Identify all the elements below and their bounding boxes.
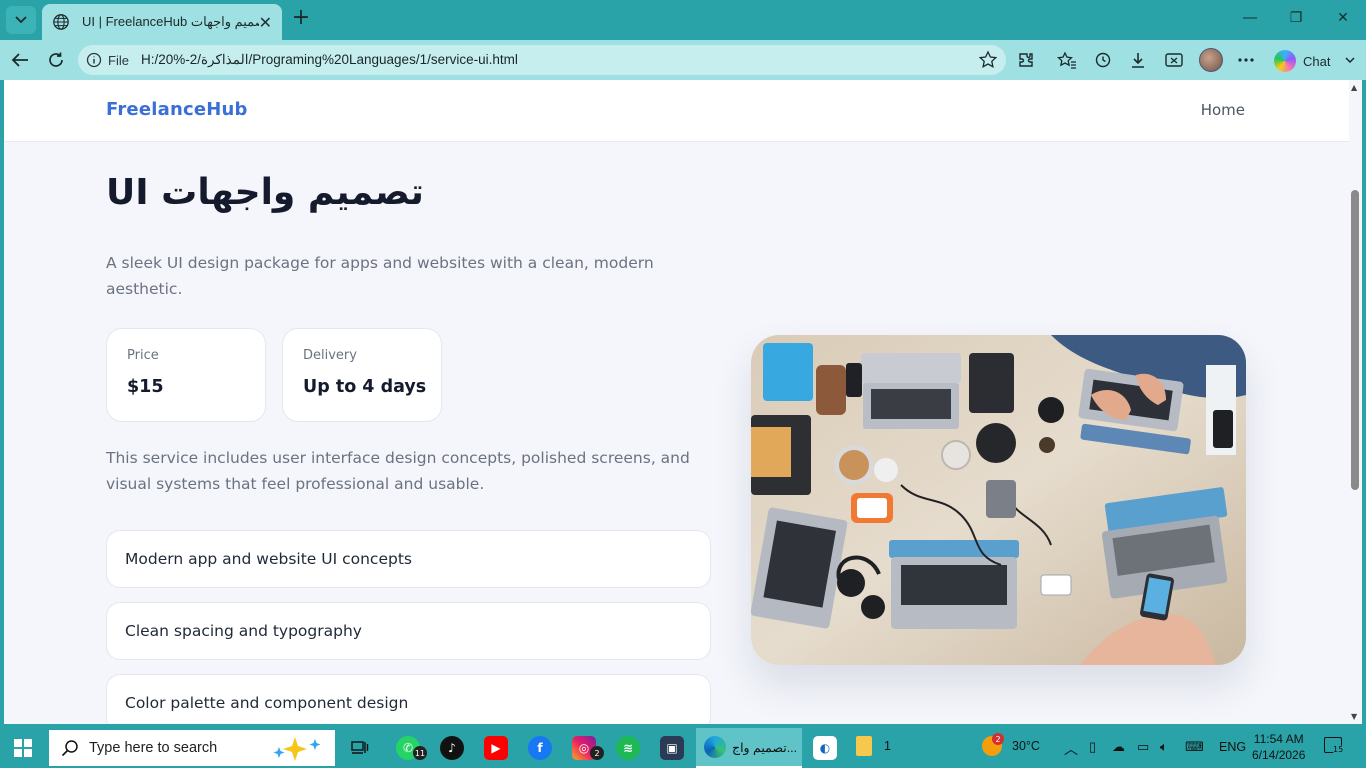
feature-item: Modern app and website UI concepts	[106, 530, 711, 588]
price-value: $15	[127, 377, 164, 397]
copilot-chat-button[interactable]: Chat	[1274, 50, 1330, 72]
browser-tab-active[interactable]: UI | FreelanceHub تصميم واجهات ✕	[42, 4, 282, 40]
close-window-button[interactable]: ✕	[1331, 10, 1355, 26]
team-workspace-photo	[751, 335, 1246, 665]
clock-time: 11:54 AM	[1253, 732, 1304, 746]
address-url[interactable]: H:/20%-2/المذاكرة/Programing%20Languages…	[141, 52, 518, 68]
price-card: Price $15	[106, 328, 266, 422]
task-view-icon[interactable]	[348, 736, 372, 760]
site-header: FreelanceHub Home	[4, 80, 1349, 142]
sparkle-icon	[273, 737, 321, 761]
volume-icon[interactable]: 🔈︎	[1160, 739, 1168, 755]
nav-home-link[interactable]: Home	[1201, 101, 1245, 119]
new-tab-button[interactable]: +	[290, 7, 312, 30]
brand-logo[interactable]: FreelanceHub	[106, 99, 248, 120]
tab-title: UI | FreelanceHub تصميم واجهات	[82, 14, 259, 29]
file-explorer-button[interactable]: 1	[856, 736, 891, 756]
folder-icon	[856, 736, 872, 756]
chat-label: Chat	[1303, 53, 1331, 69]
show-hidden-icons-icon[interactable]: ︿	[1064, 739, 1078, 759]
close-tab-icon[interactable]: ✕	[259, 13, 272, 32]
screenshot-icon[interactable]	[1164, 50, 1184, 70]
price-label: Price	[127, 348, 159, 363]
minimize-window-button[interactable]: ―	[1238, 10, 1262, 26]
battery-icon[interactable]: ▯	[1089, 739, 1096, 755]
instagram-badge: 2	[590, 746, 604, 760]
more-options-icon[interactable]	[1236, 50, 1256, 70]
edge-icon	[704, 736, 726, 758]
search-placeholder: Type here to search	[89, 740, 218, 756]
page-viewport: FreelanceHub Home تصميم واجهات UI A slee…	[4, 80, 1349, 724]
delivery-label: Delivery	[303, 348, 357, 363]
copilot-icon	[1274, 50, 1296, 72]
taskbar-search[interactable]: Type here to search	[49, 730, 335, 766]
weather-widget[interactable]: 2 30°C	[982, 733, 1040, 756]
weather-temp: 30°C	[1012, 739, 1040, 753]
notification-count: 15	[1332, 745, 1345, 754]
delivery-card: Delivery Up to 4 days	[282, 328, 442, 422]
refresh-button[interactable]	[44, 48, 68, 72]
tab-actions-menu-button[interactable]	[6, 6, 36, 34]
hero-image	[751, 335, 1246, 665]
arrow-left-icon	[11, 53, 28, 67]
feature-item: Color palette and component design	[106, 674, 711, 724]
scroll-down-icon[interactable]: ▼	[1351, 712, 1357, 721]
globe-icon	[53, 14, 69, 30]
weather-badge: 2	[992, 733, 1004, 745]
notification-center-button[interactable]: 15	[1324, 737, 1345, 757]
back-button[interactable]	[8, 48, 32, 72]
facebook-icon[interactable]: f	[528, 736, 552, 760]
address-scheme: File	[108, 52, 129, 68]
tiktok-icon[interactable]: ♪	[440, 736, 464, 760]
app-icon[interactable]: ◐	[813, 736, 837, 760]
browser-tab-bar: UI | FreelanceHub تصميم واجهات ✕ + ― ❐ ✕	[0, 0, 1366, 40]
feature-item: Clean spacing and typography	[106, 602, 711, 660]
language-indicator[interactable]: ENG	[1219, 740, 1246, 754]
page-scrollbar[interactable]: ▲ ▼	[1349, 80, 1362, 724]
laptop-top-center	[861, 353, 961, 429]
info-icon[interactable]	[86, 52, 102, 68]
onedrive-icon[interactable]: ☁	[1112, 739, 1125, 755]
service-lead: A sleek UI design package for apps and w…	[106, 254, 654, 298]
browser-toolbar: File H:/20%-2/المذاكرة/Programing%20Lang…	[0, 40, 1366, 80]
history-icon[interactable]	[1093, 50, 1113, 70]
profile-avatar[interactable]	[1199, 48, 1223, 72]
restore-window-button[interactable]: ❐	[1284, 10, 1308, 26]
chevron-down-icon	[15, 16, 27, 24]
copilot-chevron-icon[interactable]	[1340, 50, 1360, 70]
search-icon	[61, 740, 78, 757]
refresh-icon	[49, 52, 63, 67]
delivery-value: Up to 4 days	[303, 377, 427, 397]
youtube-icon[interactable]: ▶	[484, 736, 508, 760]
edge-window-label: تصميم واج...	[732, 740, 798, 755]
laptop-center	[889, 540, 1019, 629]
keyboard-icon[interactable]: ⌨	[1185, 739, 1204, 755]
scroll-up-icon[interactable]: ▲	[1351, 83, 1357, 92]
favorite-star-icon[interactable]	[978, 50, 998, 70]
media-app-icon[interactable]: ▣	[660, 736, 684, 760]
taskbar-clock[interactable]: 11:54 AM 6/14/2026	[1252, 731, 1305, 763]
taskbar-edge-active[interactable]: تصميم واج...	[696, 728, 802, 768]
start-button[interactable]	[14, 739, 32, 757]
service-description: This service includes user interface des…	[106, 449, 690, 493]
whatsapp-badge: 11	[413, 746, 427, 760]
windows-taskbar: Type here to search ✆ 11 ♪ ▶ f ◎ 2 ≋ ▣ ت…	[0, 728, 1366, 768]
spotify-icon[interactable]: ≋	[616, 736, 640, 760]
extensions-icon[interactable]	[1016, 50, 1036, 70]
downloads-icon[interactable]	[1128, 50, 1148, 70]
explorer-label: 1	[884, 739, 891, 753]
favorites-icon[interactable]	[1057, 50, 1077, 70]
page-title: تصميم واجهات UI	[106, 172, 424, 213]
scrollbar-thumb[interactable]	[1351, 190, 1359, 490]
clock-date: 6/14/2026	[1252, 748, 1306, 762]
address-bar[interactable]: File H:/20%-2/المذاكرة/Programing%20Lang…	[78, 45, 1006, 75]
network-icon[interactable]: ▭	[1137, 739, 1149, 755]
